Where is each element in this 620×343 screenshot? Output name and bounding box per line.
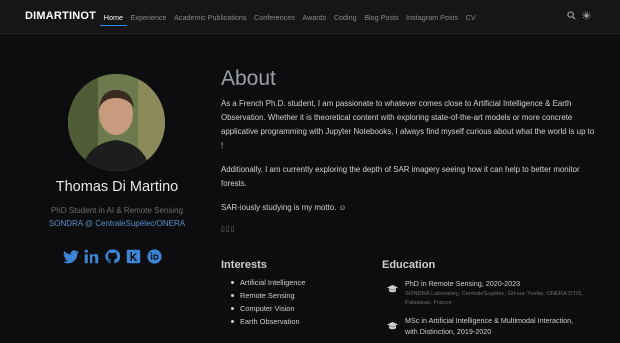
nav-link-awards[interactable]: Awards bbox=[299, 13, 330, 22]
nav-link-experience[interactable]: Experience bbox=[127, 13, 171, 22]
github-icon[interactable] bbox=[104, 248, 121, 265]
nav-link-home[interactable]: Home bbox=[100, 13, 127, 26]
graduation-cap-icon bbox=[387, 280, 398, 293]
profile-org-link[interactable]: SONDRA @ CentraleSupélec/ONERA bbox=[0, 219, 234, 228]
graduation-cap-icon bbox=[387, 317, 398, 330]
list-item: Remote Sensing bbox=[231, 289, 305, 302]
orcid-icon[interactable] bbox=[146, 248, 163, 265]
navbar: DIMARTINOT Home Experience Academic Publ… bbox=[0, 0, 620, 34]
nav-links: Home Experience Academic Publications Co… bbox=[100, 0, 480, 34]
education-institution: SONDRA Laboratory, CentraleSupélec, Gif-… bbox=[405, 291, 584, 306]
site-brand[interactable]: DIMARTINOT bbox=[25, 10, 96, 22]
education-title: Education bbox=[382, 259, 436, 271]
nav-link-cv[interactable]: CV bbox=[462, 13, 480, 22]
social-links bbox=[62, 248, 163, 265]
decorative-dots: ▯▯▯ bbox=[221, 226, 236, 233]
list-item: Artificial Intelligence bbox=[231, 276, 305, 289]
nav-link-conferences[interactable]: Conferences bbox=[250, 13, 298, 22]
avatar bbox=[68, 74, 165, 171]
about-paragraph-1: As a French Ph.D. student, I am passiona… bbox=[221, 99, 595, 150]
nav-link-instagram-posts[interactable]: Instagram Posts bbox=[402, 13, 462, 22]
education-degree: MSc in Artificial Intelligence & Multimo… bbox=[405, 316, 574, 336]
nav-link-coding[interactable]: Coding bbox=[330, 13, 360, 22]
interests-title: Interests bbox=[221, 259, 267, 271]
about-paragraph-2: Additionally, I am currently exploring t… bbox=[221, 165, 580, 188]
about-title: About bbox=[221, 67, 276, 90]
search-icon[interactable] bbox=[565, 11, 577, 23]
linkedin-icon[interactable] bbox=[83, 248, 100, 265]
education-degree: PhD in Remote Sensing, 2020-2023 bbox=[405, 279, 521, 288]
interests-list: Artificial Intelligence Remote Sensing C… bbox=[231, 276, 305, 328]
kaggle-icon[interactable] bbox=[125, 248, 142, 265]
about-paragraph-3: SAR-iously studying is my motto. ☺ bbox=[221, 203, 347, 212]
list-item: Earth Observation bbox=[231, 315, 305, 328]
profile-name: Thomas Di Martino bbox=[55, 179, 179, 195]
nav-link-academic-publications[interactable]: Academic Publications bbox=[170, 13, 250, 22]
nav-link-blog-posts[interactable]: Blog Posts bbox=[360, 13, 402, 22]
profile-role: PhD Student in AI & Remote Sensing bbox=[50, 206, 184, 215]
list-item: Computer Vision bbox=[231, 302, 305, 315]
twitter-icon[interactable] bbox=[62, 248, 79, 265]
theme-toggle-icon[interactable] bbox=[580, 11, 592, 23]
